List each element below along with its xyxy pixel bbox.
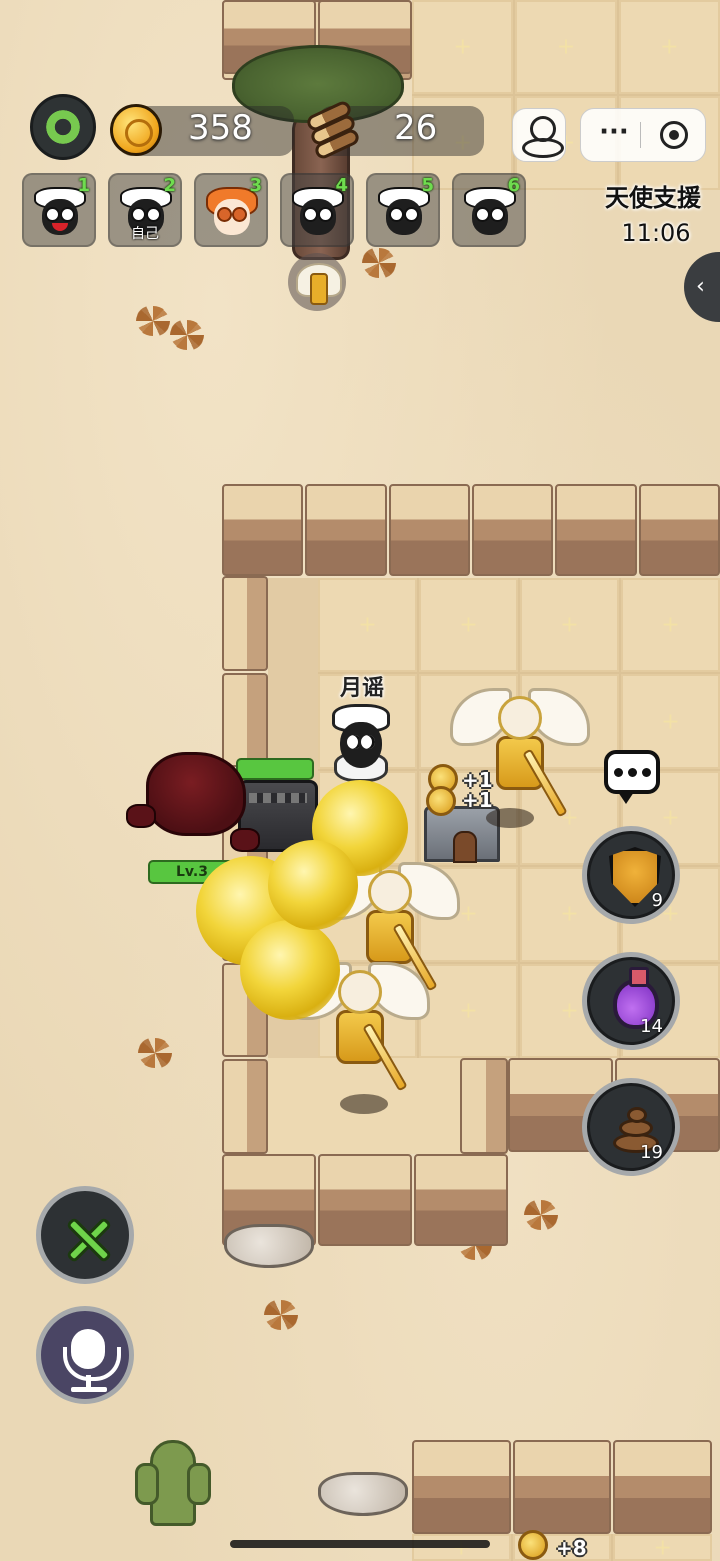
coin-icon: [110, 104, 162, 156]
dry-shrub: [160, 312, 216, 356]
cactus: [135, 1440, 211, 1526]
microphone-icon: [63, 1329, 121, 1381]
player-slot-2[interactable]: 2 自己: [108, 173, 182, 247]
dry-shrub: [514, 1192, 570, 1236]
attack-glow-effect: [268, 840, 358, 930]
slot-number: 2: [163, 175, 176, 196]
build-button[interactable]: [36, 1186, 134, 1284]
slot-number: 3: [249, 175, 262, 196]
player-slot-3[interactable]: 3: [194, 173, 268, 247]
werewolf-enemy[interactable]: [126, 744, 266, 862]
animal-skull: [224, 1224, 314, 1268]
player-sheep[interactable]: [328, 704, 394, 782]
player-slot-5[interactable]: 5: [366, 173, 440, 247]
angel-support-label: 天使支援: [605, 184, 701, 212]
shield-count: 9: [651, 890, 663, 911]
player-slot-4[interactable]: 4: [280, 173, 354, 247]
poop-item-button[interactable]: 19: [582, 1078, 680, 1176]
settings-button[interactable]: [30, 94, 96, 160]
slot-number: 4: [335, 175, 348, 196]
target-icon[interactable]: [660, 121, 688, 149]
wood-count: 26: [394, 108, 438, 148]
bottom-wall: [412, 1440, 713, 1534]
angel-guardian[interactable]: [450, 676, 590, 826]
player-slot-1[interactable]: 1: [22, 173, 96, 247]
angel-support-timer: 11:06: [621, 219, 691, 247]
potion-item-button[interactable]: 14: [582, 952, 680, 1050]
coin-count: 358: [188, 108, 253, 148]
compound-inner-pillar: [460, 1058, 508, 1154]
tools-icon: [63, 1213, 113, 1264]
capsule-divider: [640, 122, 641, 148]
animal-skull: [318, 1472, 408, 1516]
attack-glow-effect: [240, 920, 340, 1020]
home-indicator[interactable]: [230, 1540, 490, 1548]
self-tag: 自己: [131, 226, 159, 242]
shield-item-button[interactable]: 9: [582, 826, 680, 924]
dry-shrub: [254, 1292, 310, 1336]
player-name-label: 月谣: [339, 676, 384, 701]
gear-icon: [44, 108, 82, 146]
coin-gain-text: +8: [556, 1536, 587, 1560]
angel-support-marker[interactable]: [288, 253, 346, 311]
slot-number: 1: [77, 175, 90, 196]
player-slot-6[interactable]: 6: [452, 173, 526, 247]
wood-icon: [304, 99, 362, 161]
more-dots-icon[interactable]: ···: [594, 119, 634, 150]
poop-count: 19: [640, 1142, 663, 1163]
coin-pile-icon: [518, 1530, 554, 1561]
voice-button[interactable]: [36, 1306, 134, 1404]
compound-top-wall: [222, 484, 720, 576]
chat-button[interactable]: [604, 750, 660, 804]
slot-number: 6: [507, 175, 520, 196]
slot-number: 5: [421, 175, 434, 196]
chat-bubble-icon: [613, 767, 623, 777]
potion-count: 14: [640, 1016, 663, 1037]
joystick-icon: [522, 116, 564, 158]
chevron-left-icon: ‹: [696, 274, 705, 299]
dry-shrub: [128, 1030, 184, 1074]
